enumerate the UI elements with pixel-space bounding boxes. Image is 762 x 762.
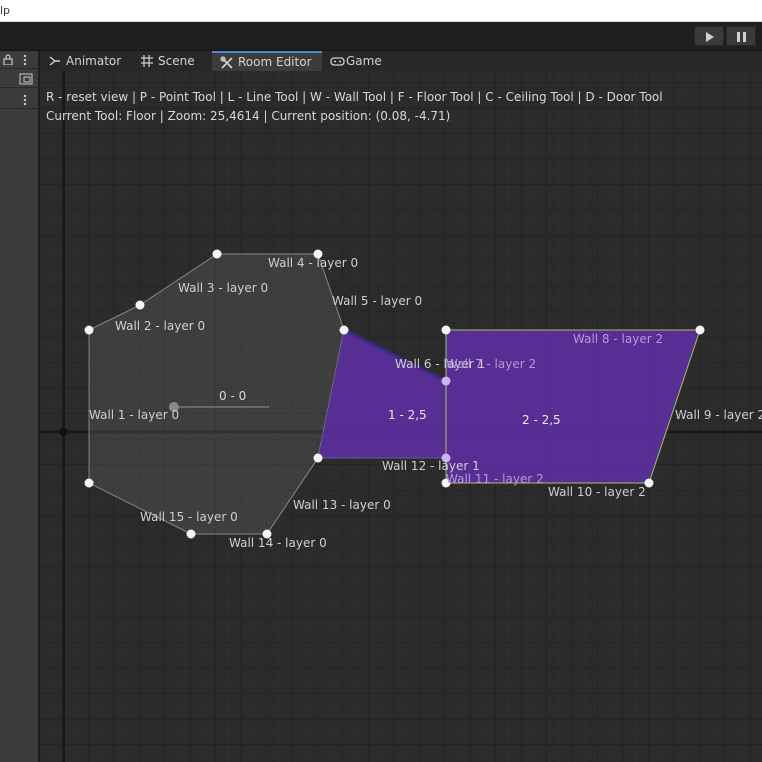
wall-13-label: Wall 13 - layer 0 <box>293 498 391 512</box>
world-origin-point <box>59 428 68 436</box>
tool-shortcuts-help: R - reset view | P - Point Tool | L - Li… <box>46 90 663 104</box>
vertex-point[interactable] <box>313 453 323 463</box>
wall-3-label: Wall 3 - layer 0 <box>178 281 268 295</box>
left-panel-subheader <box>0 91 38 109</box>
wall-9-label: Wall 9 - layer 2 <box>675 408 762 422</box>
pause-icon <box>737 32 746 42</box>
vertex-point[interactable] <box>695 325 705 335</box>
tab-animator[interactable]: Animator <box>40 51 132 71</box>
tab-room-editor-label: Room Editor <box>238 55 312 69</box>
window-icon[interactable] <box>19 73 33 85</box>
room-editor-canvas[interactable]: 0 - 0 1 - 2,5 2 - 2,5 Wall 1 - layer 0 W… <box>40 71 762 762</box>
lock-icon[interactable] <box>3 54 13 65</box>
tab-game[interactable]: Game <box>322 51 402 71</box>
floor-2-label: 2 - 2,5 <box>522 413 561 427</box>
editor-status-line: Current Tool: Floor | Zoom: 25,4614 | Cu… <box>46 109 451 123</box>
wall-4-label: Wall 4 - layer 0 <box>268 256 358 270</box>
main-toolbar <box>0 22 762 51</box>
vertex-point[interactable] <box>84 325 94 335</box>
play-button[interactable] <box>694 26 724 46</box>
pause-button[interactable] <box>726 26 756 46</box>
more-options-icon[interactable] <box>22 54 28 66</box>
vertex-point[interactable] <box>644 478 654 488</box>
tab-scene-label: Scene <box>158 54 195 68</box>
gamepad-icon <box>330 57 345 66</box>
wall-11-label: Wall 11 - layer 2 <box>446 472 544 486</box>
vertex-point[interactable] <box>441 325 451 335</box>
floor-1-label: 1 - 2,5 <box>388 408 427 422</box>
wall-2-label: Wall 2 - layer 0 <box>115 319 205 333</box>
wall-8-label: Wall 8 - layer 2 <box>573 332 663 346</box>
tab-animator-label: Animator <box>66 54 122 68</box>
wall-14-label: Wall 14 - layer 0 <box>229 536 327 550</box>
menu-bar: lp <box>0 0 762 22</box>
wall-7-label: Wall 7 - layer 2 <box>446 357 536 371</box>
play-icon <box>706 32 714 42</box>
editor-tab-bar: Animator Scene Room Editor Game <box>40 51 762 71</box>
wall-5-label: Wall 5 - layer 0 <box>332 294 422 308</box>
animator-icon <box>49 56 60 66</box>
grid-icon <box>141 55 153 67</box>
vertex-point[interactable] <box>84 478 94 488</box>
more-options-icon[interactable] <box>22 94 28 106</box>
origin-label: 0 - 0 <box>219 389 246 403</box>
vertex-point[interactable] <box>212 249 222 259</box>
wall-1-label: Wall 1 - layer 0 <box>89 408 179 422</box>
room-editor-scene[interactable]: 0 - 0 1 - 2,5 2 - 2,5 Wall 1 - layer 0 W… <box>40 71 762 762</box>
tab-scene[interactable]: Scene <box>132 51 212 71</box>
left-panel <box>0 51 40 762</box>
vertex-point[interactable] <box>441 376 451 386</box>
wall-10-label: Wall 10 - layer 2 <box>548 485 646 499</box>
vertex-point[interactable] <box>186 529 196 539</box>
tab-game-label: Game <box>346 54 382 68</box>
vertex-point[interactable] <box>339 325 349 335</box>
left-panel-header <box>0 51 38 69</box>
vertex-point[interactable] <box>135 300 145 310</box>
tab-room-editor[interactable]: Room Editor <box>212 51 322 71</box>
menu-bar-text: lp <box>0 4 11 17</box>
wall-15-label: Wall 15 - layer 0 <box>140 510 238 524</box>
wall-12-label: Wall 12 - layer 1 <box>382 459 480 473</box>
left-panel-toolbar <box>0 70 38 88</box>
tools-icon <box>220 56 233 69</box>
